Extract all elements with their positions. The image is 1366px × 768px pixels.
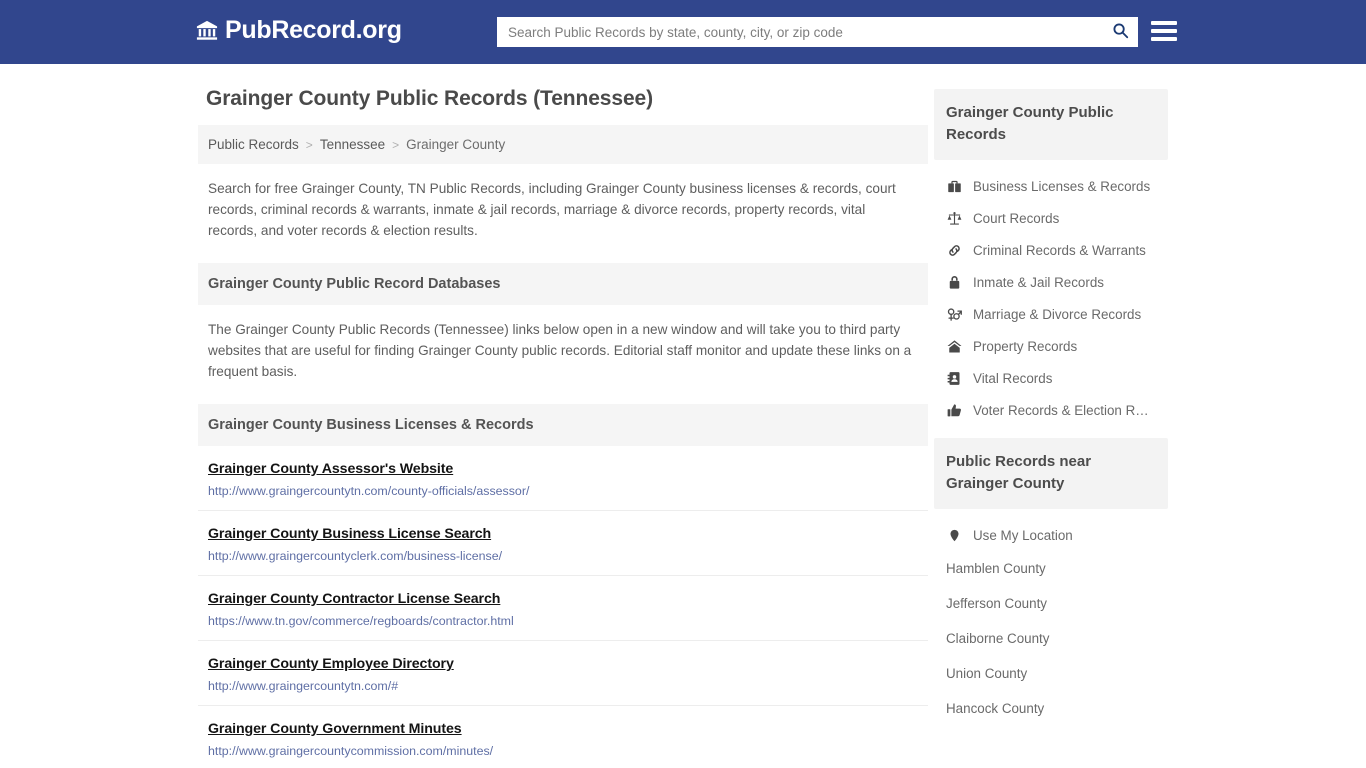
link-row: Grainger County Assessor's Website http:… xyxy=(198,446,928,511)
sidebar-item-label: Property Records xyxy=(973,338,1078,354)
link-row: Grainger County Business License Search … xyxy=(198,511,928,576)
link-row: Grainger County Government Minutes http:… xyxy=(198,706,928,768)
nearby-county-item[interactable]: Hancock County xyxy=(934,691,1168,726)
sidebar-item-label: Court Records xyxy=(973,210,1060,226)
hamburger-menu-icon[interactable] xyxy=(1151,19,1177,43)
databases-section-body: The Grainger County Public Records (Tenn… xyxy=(208,322,912,379)
record-link-url[interactable]: http://www.graingercountycommission.com/… xyxy=(208,744,918,758)
sidebar-item-label: Marriage & Divorce Records xyxy=(973,306,1142,322)
bank-icon xyxy=(196,19,218,43)
breadcrumb-separator: > xyxy=(305,137,313,152)
breadcrumb-item-tennessee[interactable]: Tennessee xyxy=(320,137,385,152)
databases-section-heading: Grainger County Public Record Databases xyxy=(198,263,928,305)
nearby-county-item[interactable]: Jefferson County xyxy=(934,586,1168,621)
search-button[interactable] xyxy=(1103,18,1137,46)
records-panel-list: Business Licenses & Records Court Record… xyxy=(934,160,1168,432)
sidebar-item-court-records[interactable]: Court Records xyxy=(934,202,1168,234)
main-column: Grainger County Public Records (Tennesse… xyxy=(198,87,928,768)
nearby-panel-heading: Public Records near Grainger County xyxy=(934,438,1168,509)
sidebar-item-label: Business Licenses & Records xyxy=(973,178,1151,194)
page-title: Grainger County Public Records (Tennesse… xyxy=(206,87,654,110)
home-icon xyxy=(946,338,963,354)
record-link-title[interactable]: Grainger County Business License Search xyxy=(208,526,491,542)
brand-logo-link[interactable]: PubRecord.org xyxy=(196,18,402,43)
business-section-heading: Grainger County Business Licenses & Reco… xyxy=(198,404,928,446)
link-row: Grainger County Contractor License Searc… xyxy=(198,576,928,641)
sidebar-item-voter-records[interactable]: Voter Records & Election R… xyxy=(934,394,1168,426)
briefcase-icon xyxy=(946,178,963,194)
lock-icon xyxy=(946,274,963,290)
search-bar xyxy=(497,17,1138,47)
sidebar-item-marriage-divorce-records[interactable]: Marriage & Divorce Records xyxy=(934,298,1168,330)
sidebar-item-business-licenses[interactable]: Business Licenses & Records xyxy=(934,170,1168,202)
breadcrumb-separator: > xyxy=(392,137,400,152)
site-header: PubRecord.org xyxy=(0,0,1366,64)
sidebar-item-label: Criminal Records & Warrants xyxy=(973,242,1146,258)
content-container: Grainger County Public Records (Tennesse… xyxy=(198,64,1168,768)
nearby-panel-list: Use My Location Hamblen County Jefferson… xyxy=(934,509,1168,726)
search-input[interactable] xyxy=(498,18,1103,46)
breadcrumb-item-public-records[interactable]: Public Records xyxy=(208,137,299,152)
thumbs-up-icon xyxy=(946,402,963,418)
record-link-url[interactable]: http://www.graingercountytn.com/# xyxy=(208,679,918,693)
nearby-panel: Public Records near Grainger County Use … xyxy=(934,438,1168,726)
hamburger-bar-3 xyxy=(1151,37,1177,41)
nearby-county-item[interactable]: Hamblen County xyxy=(934,551,1168,586)
page-body: Grainger County Public Records (Tennesse… xyxy=(0,64,1366,768)
chain-link-icon xyxy=(946,242,963,258)
brand-name: PubRecord.org xyxy=(225,16,402,44)
sidebar-item-property-records[interactable]: Property Records xyxy=(934,330,1168,362)
use-my-location-item[interactable]: Use My Location xyxy=(934,519,1168,551)
sidebar-item-label: Vital Records xyxy=(973,370,1053,386)
venus-mars-icon xyxy=(946,306,963,322)
record-link-title[interactable]: Grainger County Government Minutes xyxy=(208,721,462,737)
link-row: Grainger County Employee Directory http:… xyxy=(198,641,928,706)
record-link-url[interactable]: http://www.graingercountyclerk.com/busin… xyxy=(208,549,918,563)
sidebar-item-inmate-jail-records[interactable]: Inmate & Jail Records xyxy=(934,266,1168,298)
map-marker-icon xyxy=(946,527,963,543)
record-link-url[interactable]: https://www.tn.gov/commerce/regboards/co… xyxy=(208,614,918,628)
sidebar: Grainger County Public Records Business … xyxy=(934,87,1168,768)
address-book-icon xyxy=(946,370,963,386)
records-panel-heading: Grainger County Public Records xyxy=(934,89,1168,160)
record-link-url[interactable]: http://www.graingercountytn.com/county-o… xyxy=(208,484,918,498)
records-panel: Grainger County Public Records Business … xyxy=(934,89,1168,432)
business-link-list: Grainger County Assessor's Website http:… xyxy=(198,446,928,768)
sidebar-item-label: Inmate & Jail Records xyxy=(973,274,1104,290)
record-link-title[interactable]: Grainger County Assessor's Website xyxy=(208,461,453,477)
nearby-county-item[interactable]: Union County xyxy=(934,656,1168,691)
hamburger-bar-2 xyxy=(1151,29,1177,33)
record-link-title[interactable]: Grainger County Employee Directory xyxy=(208,656,454,672)
sidebar-item-criminal-records[interactable]: Criminal Records & Warrants xyxy=(934,234,1168,266)
sidebar-item-vital-records[interactable]: Vital Records xyxy=(934,362,1168,394)
breadcrumb: Public Records > Tennessee > Grainger Co… xyxy=(198,125,928,164)
nearby-county-item[interactable]: Claiborne County xyxy=(934,621,1168,656)
use-my-location-label: Use My Location xyxy=(973,527,1073,543)
breadcrumb-item-grainger-county: Grainger County xyxy=(406,137,506,152)
search-icon xyxy=(1112,22,1129,42)
balance-scale-icon xyxy=(946,210,963,226)
record-link-title[interactable]: Grainger County Contractor License Searc… xyxy=(208,591,500,607)
hamburger-bar-1 xyxy=(1151,21,1177,25)
intro-paragraph: Search for free Grainger County, TN Publ… xyxy=(208,181,896,238)
sidebar-item-label: Voter Records & Election R… xyxy=(973,402,1149,418)
